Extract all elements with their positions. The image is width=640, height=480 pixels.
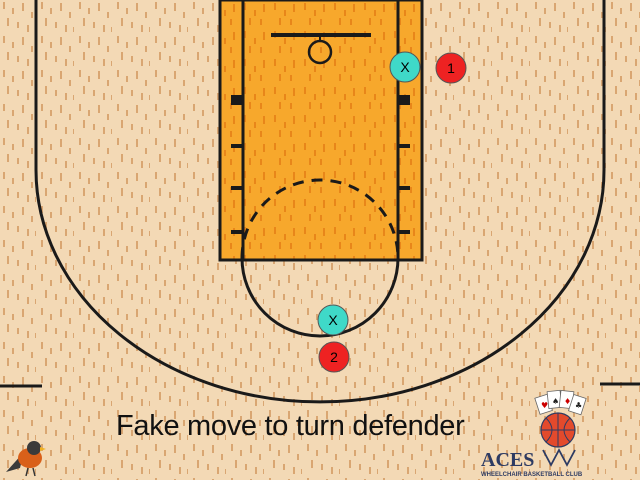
court-diagram: X 1 X 2 ♥ ♠ ♦ ♣ ACES WHEELCHAIR BASKETBA… (0, 0, 640, 480)
svg-text:2: 2 (330, 349, 338, 365)
court-surface: X 1 X 2 ♥ ♠ ♦ ♣ ACES WHEELCHAIR BASKETBA… (0, 0, 640, 480)
basketball-icon (540, 412, 576, 448)
player-defender-top: X (389, 51, 421, 83)
diagram-caption: Fake move to turn defender (116, 410, 465, 442)
player-offense-2: 2 (318, 341, 350, 373)
svg-text:X: X (328, 312, 338, 328)
svg-text:1: 1 (447, 60, 455, 76)
logo-name: ACES (481, 449, 534, 471)
svg-text:♦: ♦ (564, 397, 571, 406)
svg-text:♣: ♣ (575, 401, 582, 410)
svg-text:X: X (400, 59, 410, 75)
player-offense-1: 1 (435, 52, 467, 84)
player-defender-bottom: X (317, 304, 349, 336)
svg-text:♠: ♠ (552, 397, 559, 406)
logo-subtitle: WHEELCHAIR BASKETBALL CLUB (481, 472, 583, 478)
svg-text:♥: ♥ (541, 401, 548, 410)
